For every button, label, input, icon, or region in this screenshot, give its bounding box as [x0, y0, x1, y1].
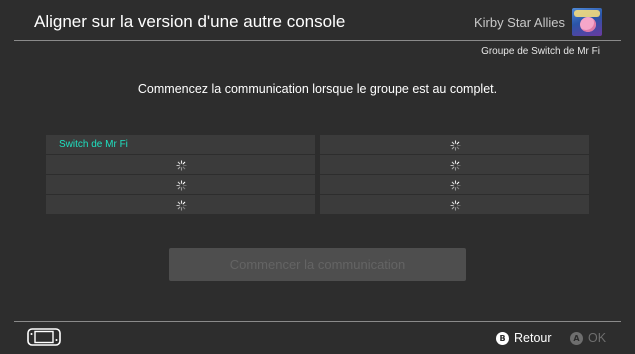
ok-button[interactable]: A OK: [570, 329, 606, 347]
kirby-character: [580, 17, 596, 32]
joy-con-console-icon: [27, 328, 61, 346]
game-logo-band: [574, 10, 600, 17]
loading-spinner-icon: [449, 139, 461, 151]
ok-label: OK: [588, 331, 607, 345]
player-slot-label: Switch de Mr Fi: [59, 139, 128, 150]
loading-spinner-icon: [175, 199, 187, 211]
loading-spinner-icon: [175, 179, 187, 191]
loading-spinner-icon: [449, 159, 461, 171]
start-communication-button[interactable]: Commencer la communication: [169, 248, 466, 281]
footer-divider: [14, 321, 621, 322]
page-title: Aligner sur la version d'une autre conso…: [34, 12, 346, 31]
back-button[interactable]: B Retour: [496, 329, 552, 347]
b-button-icon: B: [496, 331, 509, 345]
player-slot-empty: [320, 195, 589, 214]
loading-spinner-icon: [175, 159, 187, 171]
player-slot-connected: Switch de Mr Fi: [46, 135, 315, 154]
a-button-icon: A: [570, 331, 583, 345]
player-slot-empty: [320, 175, 589, 194]
player-slot-empty: [46, 155, 315, 174]
group-name: Groupe de Switch de Mr Fi: [481, 46, 600, 57]
player-slot-empty: [320, 135, 589, 154]
slots-column-left: Switch de Mr Fi: [46, 135, 315, 215]
instruction-text: Commencez la communication lorsque le gr…: [137, 82, 498, 96]
loading-spinner-icon: [449, 179, 461, 191]
player-slot-empty: [46, 175, 315, 194]
game-icon: [572, 8, 602, 36]
loading-spinner-icon: [449, 199, 461, 211]
back-label: Retour: [514, 331, 552, 345]
game-title: Kirby Star Allies: [473, 15, 565, 30]
header-divider: [14, 40, 621, 41]
player-slot-empty: [46, 195, 315, 214]
slots-column-right: [320, 135, 589, 215]
player-slot-empty: [320, 155, 589, 174]
